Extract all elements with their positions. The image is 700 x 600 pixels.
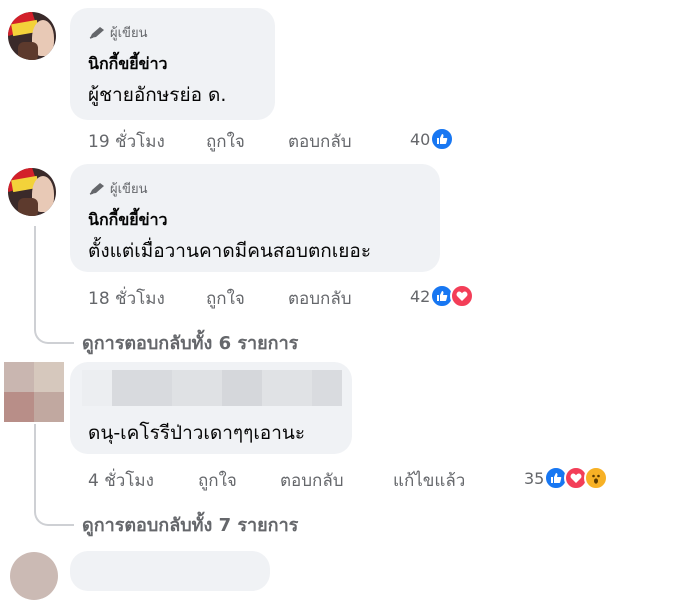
avatar[interactable] <box>8 168 56 216</box>
comment-time[interactable]: 18 ชั่วโมง <box>88 285 206 312</box>
reaction-count: 42 <box>410 286 431 306</box>
edited-label[interactable]: แก้ไขแล้ว <box>393 467 465 494</box>
comment-time[interactable]: 19 ชั่วโมง <box>88 128 206 155</box>
reaction-count: 35 <box>524 468 545 488</box>
author-badge: ผู้เขียน <box>88 178 147 199</box>
like-action[interactable]: ถูกใจ <box>206 128 288 155</box>
comment-text: ตั้งแต่เมื่อวานคาดมีคนสอบตกเยอะ <box>88 240 372 262</box>
comment-actions: 19 ชั่วโมง ถูกใจ ตอบกลับ <box>88 128 352 155</box>
like-action[interactable]: ถูกใจ <box>206 285 288 312</box>
pen-icon <box>89 182 104 195</box>
comment-bubble: ผู้เขียน นิกกี้ขยี้ข่าว ผู้ชายอักษรย่อ ด… <box>70 8 275 120</box>
comment-time[interactable]: 4 ชั่วโมง <box>88 467 198 494</box>
thread-line <box>34 226 74 344</box>
view-replies-link[interactable]: ดูการตอบกลับทั้ง 7 รายการ <box>82 510 298 539</box>
comment-bubble <box>70 551 270 591</box>
author-badge: ผู้เขียน <box>88 22 147 43</box>
comment-actions: 18 ชั่วโมง ถูกใจ ตอบกลับ <box>88 285 352 312</box>
avatar[interactable] <box>4 362 64 422</box>
reaction-summary[interactable]: 35 <box>524 466 609 490</box>
author-badge-label: ผู้เขียน <box>110 182 148 197</box>
commenter-name[interactable]: นิกกี้ขยี้ข่าว <box>88 208 168 233</box>
avatar[interactable] <box>8 12 56 60</box>
comment-bubble: ผู้เขียน นิกกี้ขยี้ข่าว ตั้งแต่เมื่อวานค… <box>70 164 440 272</box>
pen-icon <box>89 26 104 39</box>
like-action[interactable]: ถูกใจ <box>198 467 280 494</box>
reply-action[interactable]: ตอบกลับ <box>288 285 352 312</box>
love-reaction-icon <box>450 284 475 308</box>
wow-reaction-icon <box>584 466 609 490</box>
reaction-summary[interactable]: 40 <box>410 127 455 151</box>
comment-actions: 4 ชั่วโมง ถูกใจ ตอบกลับ แก้ไขแล้ว <box>88 467 465 494</box>
reaction-count: 40 <box>410 129 431 149</box>
author-badge-label: ผู้เขียน <box>110 26 148 41</box>
thread-line <box>34 424 74 526</box>
like-reaction-icon <box>430 127 455 151</box>
avatar[interactable] <box>10 552 58 600</box>
reply-action[interactable]: ตอบกลับ <box>280 467 393 494</box>
reaction-summary[interactable]: 42 <box>410 284 475 308</box>
reply-action[interactable]: ตอบกลับ <box>288 128 352 155</box>
comment-bubble: ดนุ-เคโรรีป่าวเดาๆๆเอานะ <box>70 362 352 454</box>
comment-text: ดนุ-เคโรรีป่าวเดาๆๆเอานะ <box>88 422 306 444</box>
blurred-name <box>82 370 342 406</box>
commenter-name[interactable]: นิกกี้ขยี้ข่าว <box>88 52 168 77</box>
comment-text: ผู้ชายอักษรย่อ ด. <box>88 84 227 106</box>
view-replies-link[interactable]: ดูการตอบกลับทั้ง 6 รายการ <box>82 328 298 357</box>
